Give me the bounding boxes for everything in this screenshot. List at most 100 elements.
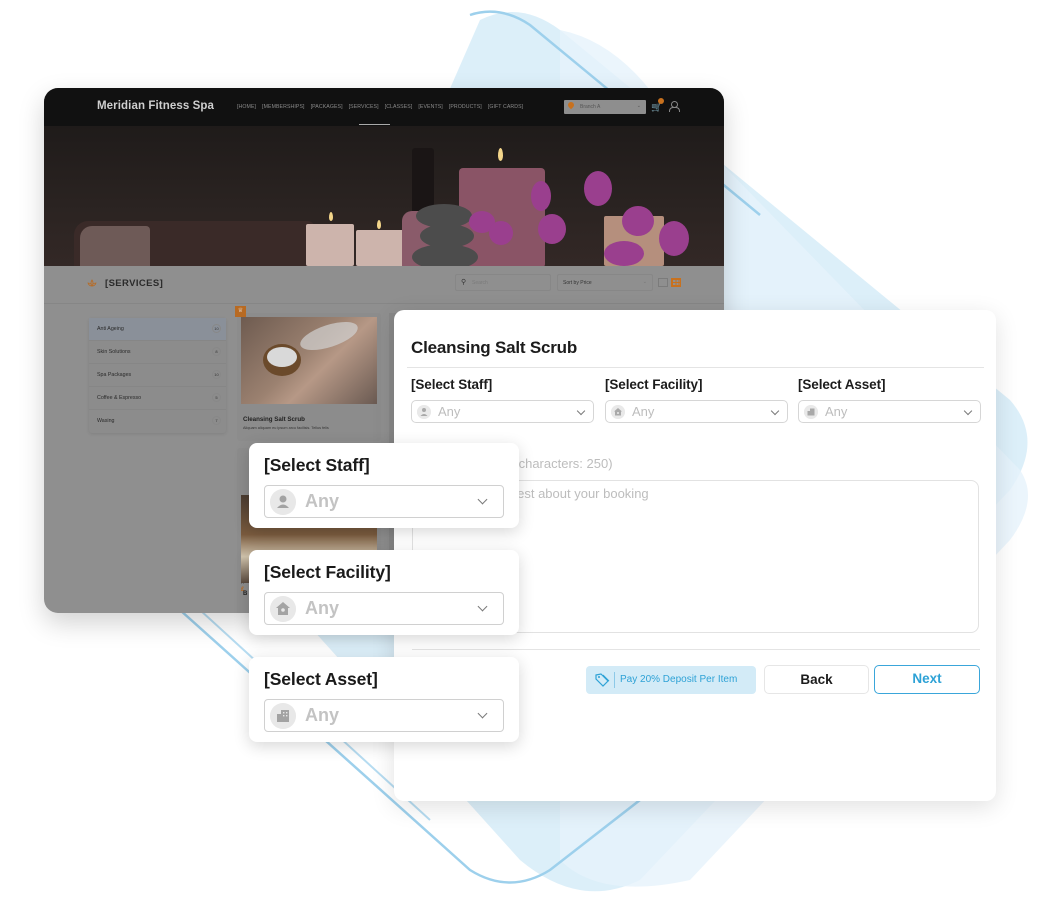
service-card[interactable]: ♕ Cleansing Salt Scrub Aliquam aliquam e… xyxy=(235,306,381,441)
lotus-icon xyxy=(87,279,97,287)
building-icon xyxy=(804,405,818,419)
staff-select-group: [Select Staff] Any xyxy=(411,377,594,423)
asset-select-callout: [Select Asset] Any xyxy=(249,657,519,742)
facility-select[interactable]: Any xyxy=(264,592,504,625)
active-nav-indicator xyxy=(359,124,390,125)
search-icon: ⚲ xyxy=(461,279,467,286)
chevron-down-icon xyxy=(477,708,488,719)
person-icon xyxy=(270,489,296,515)
category-item[interactable]: Coffee & Espresso 5 xyxy=(89,387,226,410)
next-button[interactable]: Next xyxy=(874,665,980,694)
person-icon xyxy=(417,405,431,419)
staff-select[interactable]: Any xyxy=(411,400,594,423)
section-title: [SERVICES] xyxy=(105,278,164,289)
nav-item-memberships[interactable]: [MEMBERSHIPS] xyxy=(262,104,305,110)
sort-select[interactable]: Sort by Price ⌄ xyxy=(557,274,653,291)
house-icon xyxy=(611,405,625,419)
service-card-image xyxy=(241,317,377,404)
hero-orchid xyxy=(604,241,644,266)
hero-flame xyxy=(498,148,503,161)
chevron-down-icon xyxy=(576,406,586,416)
staff-select-callout: [Select Staff] Any xyxy=(249,443,519,528)
hero-flame xyxy=(377,220,381,229)
hero-orchid xyxy=(659,221,689,256)
category-label: Anti Ageing xyxy=(97,326,124,332)
category-label: Spa Packages xyxy=(97,372,132,378)
nav-item-gift-cards[interactable]: [GIFT CARDS] xyxy=(488,104,523,110)
grid-view-icon[interactable] xyxy=(671,278,681,287)
branch-select-value: Branch A xyxy=(580,104,601,110)
hero-orchid xyxy=(584,171,612,206)
chevron-down-icon xyxy=(477,494,488,505)
chevron-down-icon xyxy=(477,601,488,612)
branch-select[interactable]: Branch A ⌄ xyxy=(564,100,646,114)
staff-select-label: [Select Staff] xyxy=(264,455,370,475)
category-count: 5 xyxy=(212,393,221,402)
chevron-down-icon: ⌄ xyxy=(636,103,641,109)
asset-select-value: Any xyxy=(825,404,848,419)
asset-select-value: Any xyxy=(305,705,340,725)
deposit-badge-text: Pay 20% Deposit Per Item xyxy=(620,674,738,685)
booking-title: Cleansing Salt Scrub xyxy=(411,338,578,357)
service-card-title: Cleansing Salt Scrub xyxy=(243,416,305,423)
category-label: Skin Solutions xyxy=(97,349,131,355)
facility-select[interactable]: Any xyxy=(605,400,788,423)
category-item[interactable]: Anti Ageing 10 xyxy=(89,318,226,341)
nav-item-events[interactable]: [EVENTS] xyxy=(418,104,442,110)
category-item[interactable]: Skin Solutions 8 xyxy=(89,341,226,364)
chevron-down-icon xyxy=(770,406,780,416)
hero-orchid xyxy=(531,181,551,211)
sort-select-value: Sort by Price xyxy=(563,280,592,286)
asset-select[interactable]: Any xyxy=(798,400,981,423)
facility-select-label: [Select Facility] xyxy=(264,562,391,582)
site-menu: [HOME] [MEMBERSHIPS] [PACKAGES] [SERVICE… xyxy=(237,104,523,110)
nav-item-home[interactable]: [HOME] xyxy=(237,104,256,110)
hero-orchid xyxy=(622,206,654,236)
category-item[interactable]: Wasing 7 xyxy=(89,410,226,433)
image-salt xyxy=(267,347,297,367)
nav-item-products[interactable]: [PRODUCTS] xyxy=(449,104,482,110)
category-item[interactable]: Spa Packages 10 xyxy=(89,364,226,387)
category-label: Coffee & Espresso xyxy=(97,395,142,401)
house-icon xyxy=(270,596,296,622)
location-pin-icon xyxy=(566,100,576,110)
facility-select-label: [Select Facility] xyxy=(605,377,703,392)
hero-orchid xyxy=(489,221,513,245)
chevron-down-icon xyxy=(963,406,973,416)
user-icon[interactable] xyxy=(669,101,680,112)
nav-item-services[interactable]: [SERVICES] xyxy=(349,104,379,110)
tag-icon xyxy=(595,673,610,687)
list-view-icon[interactable] xyxy=(658,278,668,287)
site-navbar: Meridian Fitness Spa [HOME] [MEMBERSHIPS… xyxy=(44,88,724,126)
category-label: Wasing xyxy=(97,418,115,424)
nav-item-classes[interactable]: [CLASSES] xyxy=(385,104,413,110)
asset-select[interactable]: Any xyxy=(264,699,504,732)
asset-select-label: [Select Asset] xyxy=(798,377,886,392)
divider xyxy=(407,367,984,368)
nav-item-packages[interactable]: [PACKAGES] xyxy=(311,104,343,110)
category-count: 8 xyxy=(212,347,221,356)
hero-towel-fold xyxy=(80,226,150,266)
divider xyxy=(412,649,980,650)
staff-select-value: Any xyxy=(438,404,461,419)
hero-candle xyxy=(356,230,404,266)
facility-select-value: Any xyxy=(305,598,340,618)
staff-select[interactable]: Any xyxy=(264,485,504,518)
hero-orchid xyxy=(538,214,566,244)
site-search-input[interactable]: ⚲ Search xyxy=(455,274,551,291)
staff-select-label: [Select Staff] xyxy=(411,377,493,392)
staff-select-value: Any xyxy=(305,491,340,511)
cart-badge xyxy=(658,98,664,104)
facility-select-callout: [Select Facility] Any xyxy=(249,550,519,635)
back-button[interactable]: Back xyxy=(764,665,869,694)
separator xyxy=(614,672,615,688)
hero-banner-image xyxy=(44,126,724,266)
deposit-badge: Pay 20% Deposit Per Item xyxy=(586,666,756,694)
services-toolbar: [SERVICES] ⚲ Search Sort by Price ⌄ xyxy=(44,266,724,304)
category-count: 10 xyxy=(212,324,221,333)
category-count: 10 xyxy=(212,370,221,379)
site-logo[interactable]: Meridian Fitness Spa xyxy=(97,100,214,112)
image-salt-spread xyxy=(297,317,361,356)
chevron-down-icon: ⌄ xyxy=(642,279,647,285)
crown-icon: ♕ xyxy=(235,306,246,317)
